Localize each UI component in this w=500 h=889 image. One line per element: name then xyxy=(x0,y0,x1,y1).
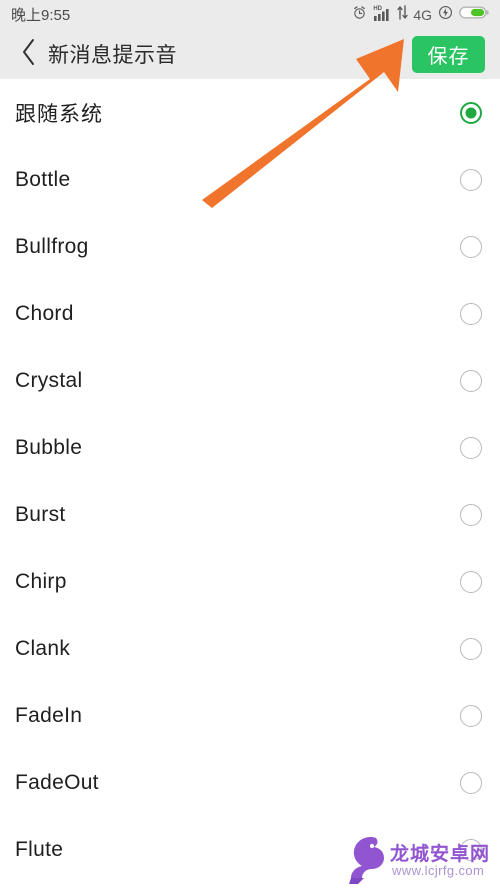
list-item[interactable]: Chord xyxy=(0,280,500,347)
ringtone-list[interactable]: 跟随系统 Bottle Bullfrog Chord Crystal Bubbl… xyxy=(0,79,500,889)
data-transfer-icon xyxy=(397,4,409,25)
radio-button[interactable] xyxy=(460,771,482,794)
signal-bars-icon: HD xyxy=(373,6,391,22)
list-item[interactable]: Clank xyxy=(0,615,500,682)
battery-icon xyxy=(459,5,489,25)
save-button[interactable]: 保存 xyxy=(412,36,485,73)
list-item[interactable]: FadeOut xyxy=(0,749,500,816)
list-item-label: Clank xyxy=(15,636,71,660)
radio-button[interactable] xyxy=(460,436,482,459)
page-title: 新消息提示音 xyxy=(48,44,177,67)
list-item[interactable]: Chirp xyxy=(0,548,500,615)
flash-charging-icon xyxy=(438,5,453,25)
list-item-label: FadeIn xyxy=(15,703,83,727)
phone-screen: 晚上9:55 HD 4G 新消息提示音 保存 跟随系统 Bottle Bullf… xyxy=(0,0,500,889)
radio-button[interactable] xyxy=(460,503,482,526)
radio-button[interactable] xyxy=(460,637,482,660)
status-bar: 晚上9:55 HD 4G xyxy=(0,0,500,29)
list-item[interactable]: Bottle xyxy=(0,146,500,213)
list-item[interactable]: Bullfrog xyxy=(0,213,500,280)
radio-button[interactable] xyxy=(460,302,482,325)
network-type-label: 4G xyxy=(413,6,432,23)
list-item-label: Chirp xyxy=(15,569,67,593)
back-button[interactable] xyxy=(8,34,48,74)
status-bar-icons: HD 4G xyxy=(352,4,489,25)
alarm-icon xyxy=(352,5,367,25)
list-item-label: Chord xyxy=(15,301,74,325)
chevron-left-icon xyxy=(20,37,37,72)
list-item[interactable]: Crystal xyxy=(0,347,500,414)
list-item[interactable]: FadeIn xyxy=(0,682,500,749)
list-item[interactable]: Bubble xyxy=(0,414,500,481)
list-item-label: Bubble xyxy=(15,435,83,459)
list-item[interactable]: Burst xyxy=(0,481,500,548)
list-item-label: 跟随系统 xyxy=(15,102,103,126)
list-item-label: Crystal xyxy=(15,368,83,392)
radio-button-selected[interactable] xyxy=(460,101,482,124)
radio-button[interactable] xyxy=(460,838,482,861)
radio-button[interactable] xyxy=(460,570,482,593)
list-item[interactable]: Flute xyxy=(0,816,500,883)
radio-button[interactable] xyxy=(460,168,482,191)
list-item-label: Bottle xyxy=(15,167,71,191)
radio-button[interactable] xyxy=(460,235,482,258)
list-item-label: FadeOut xyxy=(15,770,99,794)
radio-button[interactable] xyxy=(460,369,482,392)
list-item-label: Burst xyxy=(15,502,66,526)
list-item-label: Bullfrog xyxy=(15,234,89,258)
list-item-label: Flute xyxy=(15,837,64,861)
list-item[interactable]: 跟随系统 xyxy=(0,79,500,146)
app-header: 新消息提示音 保存 xyxy=(0,29,500,79)
status-bar-clock: 晚上9:55 xyxy=(11,7,71,24)
radio-button[interactable] xyxy=(460,704,482,727)
